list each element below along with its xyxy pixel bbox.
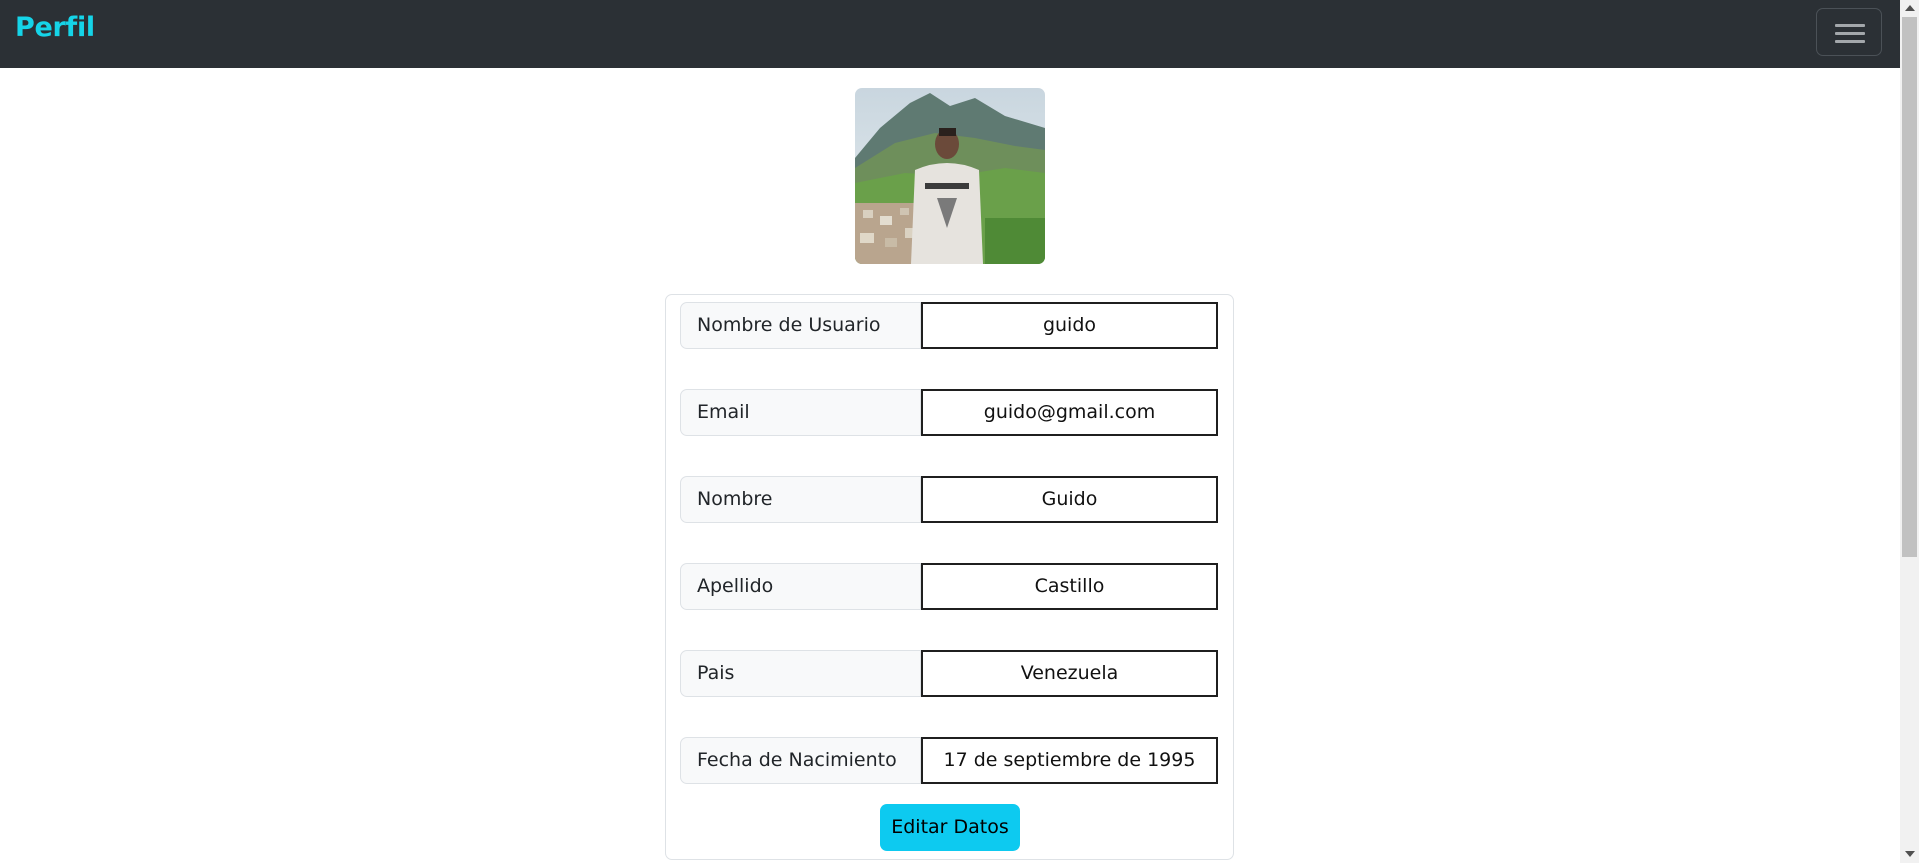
field-label: Apellido bbox=[680, 563, 921, 610]
field-label: Fecha de Nacimiento bbox=[680, 737, 921, 784]
field-row-email: Email guido@gmail.com bbox=[680, 389, 1218, 436]
field-value-country: Venezuela bbox=[921, 650, 1218, 697]
navbar-brand[interactable]: Perfil bbox=[15, 12, 95, 43]
field-value-birth-date: 17 de septiembre de 1995 bbox=[921, 737, 1218, 784]
field-label: Nombre bbox=[680, 476, 921, 523]
field-value-last-name: Castillo bbox=[921, 563, 1218, 610]
field-row-birth-date: Fecha de Nacimiento 17 de septiembre de … bbox=[680, 737, 1218, 784]
field-value-email: guido@gmail.com bbox=[921, 389, 1218, 436]
field-label: Pais bbox=[680, 650, 921, 697]
field-row-username: Nombre de Usuario guido bbox=[680, 302, 1218, 349]
scroll-thumb[interactable] bbox=[1902, 17, 1917, 557]
field-row-last-name: Apellido Castillo bbox=[680, 563, 1218, 610]
field-row-country: Pais Venezuela bbox=[680, 650, 1218, 697]
vertical-scrollbar[interactable] bbox=[1900, 0, 1919, 863]
edit-data-button[interactable]: Editar Datos bbox=[880, 804, 1020, 851]
scroll-down-arrow-icon[interactable] bbox=[1905, 851, 1915, 857]
profile-avatar bbox=[855, 88, 1045, 264]
navbar: Perfil bbox=[0, 0, 1900, 68]
navbar-toggler-button[interactable] bbox=[1816, 8, 1882, 56]
scroll-up-arrow-icon[interactable] bbox=[1905, 5, 1915, 11]
field-row-first-name: Nombre Guido bbox=[680, 476, 1218, 523]
field-value-first-name: Guido bbox=[921, 476, 1218, 523]
field-label: Nombre de Usuario bbox=[680, 302, 921, 349]
field-value-username: guido bbox=[921, 302, 1218, 349]
field-label: Email bbox=[680, 389, 921, 436]
